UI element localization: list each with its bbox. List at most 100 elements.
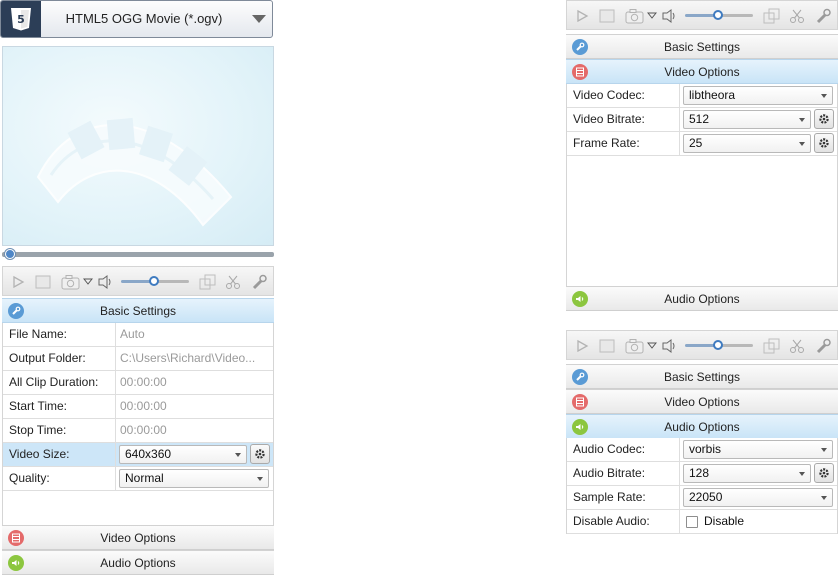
player-toolbar (566, 0, 838, 30)
volume-icon[interactable] (661, 7, 679, 25)
video-options-header[interactable]: Video Options (566, 389, 838, 414)
volume-slider[interactable] (149, 276, 159, 286)
chevron-down-icon (821, 94, 827, 98)
audio-options-header[interactable]: Audio Options (566, 286, 838, 311)
chevron-down-icon (799, 142, 805, 146)
stop-icon[interactable] (599, 337, 615, 355)
wrench-icon (8, 303, 24, 319)
fullscreen-icon[interactable] (763, 7, 781, 25)
section-title: Video Options (100, 530, 176, 545)
play-icon[interactable] (575, 7, 589, 25)
section-title: Basic Settings (99, 303, 177, 318)
gear-icon (255, 449, 265, 459)
scissors-icon[interactable] (225, 273, 241, 291)
chevron-down-icon (799, 118, 805, 122)
chevron-down-icon[interactable] (252, 15, 266, 23)
section-title: Video Options (664, 394, 740, 409)
chevron-down-icon (235, 453, 241, 457)
gear-icon (819, 114, 829, 124)
snapshot-icon[interactable] (625, 337, 645, 355)
film-icon (8, 530, 24, 546)
chevron-down-icon (257, 477, 263, 481)
start-time-row[interactable]: Start Time: 00:00:00 (3, 395, 273, 419)
video-bitrate-dropdown[interactable]: 512 (683, 110, 811, 129)
gear-icon (819, 468, 829, 478)
disable-audio-row[interactable]: Disable Audio: Disable (567, 510, 837, 534)
section-title: Audio Options (664, 419, 740, 434)
quality-dropdown[interactable]: Normal (119, 469, 269, 488)
video-size-dropdown[interactable]: 640x360 (119, 445, 247, 464)
video-options-header[interactable]: Video Options (566, 59, 838, 84)
chevron-down-icon[interactable] (647, 337, 657, 355)
sample-rate-dropdown[interactable]: 22050 (683, 488, 833, 507)
wrench-icon[interactable] (251, 273, 267, 291)
basic-settings-header[interactable]: Basic Settings (566, 364, 838, 389)
fullscreen-icon[interactable] (199, 273, 217, 291)
volume-icon[interactable] (97, 273, 115, 291)
stop-icon[interactable] (35, 273, 51, 291)
frame-rate-settings-button[interactable] (814, 133, 834, 153)
audio-bitrate-settings-button[interactable] (814, 463, 834, 483)
section-title: Basic Settings (663, 39, 741, 54)
html5-icon: 5 (1, 1, 41, 37)
audio-codec-row[interactable]: Audio Codec: vorbis (567, 438, 837, 462)
output-format-selector[interactable]: 5 HTML5 OGG Movie (*.ogv) (0, 0, 273, 38)
clip-duration-row[interactable]: All Clip Duration: 00:00:00 (3, 371, 273, 395)
file-name-row[interactable]: File Name: Auto (3, 323, 273, 347)
wrench-icon (572, 39, 588, 55)
scissors-icon[interactable] (789, 7, 805, 25)
section-title: Video Options (664, 64, 740, 79)
play-icon[interactable] (11, 273, 25, 291)
stop-time-row[interactable]: Stop Time: 00:00:00 (3, 419, 273, 443)
video-bitrate-settings-button[interactable] (814, 109, 834, 129)
sample-rate-row[interactable]: Sample Rate: 22050 (567, 486, 837, 510)
format-label: HTML5 OGG Movie (*.ogv) (65, 11, 223, 26)
chevron-down-icon (821, 448, 827, 452)
basic-settings-header[interactable]: Basic Settings (2, 298, 274, 323)
video-codec-dropdown[interactable]: libtheora (683, 86, 833, 105)
wrench-icon[interactable] (815, 337, 831, 355)
frame-rate-dropdown[interactable]: 25 (683, 134, 811, 153)
video-size-settings-button[interactable] (250, 444, 270, 464)
video-options-grid: Video Codec: libtheora Video Bitrate: 51… (566, 84, 838, 287)
volume-icon[interactable] (661, 337, 679, 355)
video-options-header[interactable]: Video Options (2, 525, 274, 550)
output-folder-row[interactable]: Output Folder: C:\Users\Richard\Video... (3, 347, 273, 371)
player-toolbar (566, 330, 838, 360)
disable-audio-label: Disable (704, 514, 745, 528)
chevron-down-icon[interactable] (647, 7, 657, 25)
frame-rate-row[interactable]: Frame Rate: 25 (567, 132, 837, 156)
wrench-icon[interactable] (815, 7, 831, 25)
speaker-icon (8, 555, 24, 571)
video-bitrate-row[interactable]: Video Bitrate: 512 (567, 108, 837, 132)
video-codec-row[interactable]: Video Codec: libtheora (567, 84, 837, 108)
audio-bitrate-row[interactable]: Audio Bitrate: 128 (567, 462, 837, 486)
audio-options-header[interactable]: Audio Options (566, 414, 838, 439)
scissors-icon[interactable] (789, 337, 805, 355)
wrench-icon (572, 369, 588, 385)
volume-slider[interactable] (713, 340, 723, 350)
snapshot-icon[interactable] (61, 273, 81, 291)
audio-options-header[interactable]: Audio Options (2, 550, 274, 575)
audio-bitrate-dropdown[interactable]: 128 (683, 464, 811, 483)
audio-options-panel: Basic Settings Video Options Audio Optio… (566, 330, 838, 535)
seek-bar[interactable] (2, 248, 274, 260)
basic-settings-grid: File Name: Auto Output Folder: C:\Users\… (2, 323, 274, 526)
seek-handle[interactable] (5, 249, 15, 259)
play-icon[interactable] (575, 337, 589, 355)
film-strip-icon (36, 117, 233, 227)
fullscreen-icon[interactable] (763, 337, 781, 355)
audio-options-grid: Audio Codec: vorbis Audio Bitrate: 128 S… (566, 438, 838, 534)
volume-slider[interactable] (713, 10, 723, 20)
chevron-down-icon[interactable] (83, 273, 93, 291)
disable-audio-checkbox[interactable] (686, 516, 698, 528)
gear-icon (819, 138, 829, 148)
snapshot-icon[interactable] (625, 7, 645, 25)
left-panel: 5 HTML5 OGG Movie (*.ogv) Basic Settings… (0, 0, 275, 577)
video-size-row[interactable]: Video Size: 640x360 (3, 443, 273, 467)
svg-text:5: 5 (17, 13, 25, 26)
quality-row[interactable]: Quality: Normal (3, 467, 273, 491)
basic-settings-header[interactable]: Basic Settings (566, 34, 838, 59)
audio-codec-dropdown[interactable]: vorbis (683, 440, 833, 459)
stop-icon[interactable] (599, 7, 615, 25)
